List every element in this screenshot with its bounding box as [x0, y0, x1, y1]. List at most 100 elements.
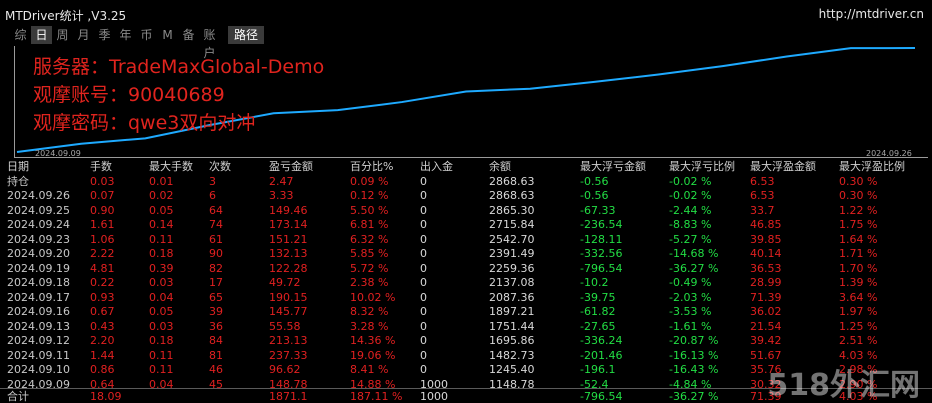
tab-0[interactable]: 综	[10, 26, 31, 44]
table-cell: 1.75 %	[839, 218, 878, 231]
header-cell[interactable]: 最大浮亏金额	[580, 160, 646, 175]
tab-9[interactable]: 账户	[199, 26, 220, 60]
table-cell: 2259.36	[489, 261, 535, 275]
table-row[interactable]: 2024.09.13 0.43 0.03 36 55.58 3.28 % 0 1751.44 -…	[0, 320, 932, 335]
table-row[interactable]: 2024.09.26 0.07 0.02 6 3.33 0.12 % 0 2868.63 -0.…	[0, 189, 932, 204]
table-cell: 0.05	[149, 203, 174, 217]
tab-5[interactable]: 年	[115, 26, 136, 44]
table-cell: 0	[420, 276, 427, 289]
table-cell: -332.56	[580, 247, 623, 260]
table-cell: -3.53 %	[669, 305, 712, 318]
table-cell: 0	[420, 247, 427, 260]
table-cell: -2.44 %	[669, 203, 712, 217]
table-cell: 0	[420, 174, 427, 188]
table-row[interactable]: 2024.09.20 2.22 0.18 90 132.13 5.85 % 0 2391.49…	[0, 247, 932, 262]
table-cell: 39.85	[750, 232, 782, 246]
table-cell: 2.47	[269, 174, 294, 188]
table-cell: 39.42	[750, 334, 782, 347]
header-cell[interactable]: 盈亏金额	[269, 160, 313, 175]
total-cell: 1871.1	[269, 390, 308, 403]
tab-1[interactable]: 日	[31, 26, 52, 44]
table-cell: 1482.73	[489, 348, 535, 362]
table-row[interactable]: 2024.09.19 4.81 0.39 82 122.28 5.72 % 0 2259.36…	[0, 262, 932, 277]
table-cell: -0.56	[580, 174, 609, 188]
table-cell: 19.06 %	[350, 348, 396, 362]
tab-2[interactable]: 周	[52, 26, 73, 44]
table-cell: 1897.21	[489, 305, 535, 318]
total-cell: 187.11 %	[350, 390, 403, 403]
header-cell[interactable]: 手数	[90, 160, 112, 175]
password-label: 观摩密码：qwe3双向对冲	[33, 112, 256, 134]
table-cell: -36.27 %	[669, 261, 719, 275]
table-cell: 2.51 %	[839, 334, 878, 347]
table-cell: 14.36 %	[350, 334, 396, 347]
table-row[interactable]: 2024.09.18 0.22 0.03 17 49.72 2.38 % 0 2137.08 -…	[0, 276, 932, 291]
header-cell[interactable]: 最大浮盈金额	[750, 160, 816, 175]
header-cell[interactable]: 最大浮盈比例	[839, 160, 905, 175]
tab-4[interactable]: 季	[94, 26, 115, 44]
table-cell: 64	[209, 203, 223, 217]
table-row[interactable]: 2024.09.16 0.67 0.05 39 145.77 8.32 % 0 1897.21…	[0, 305, 932, 320]
table-cell: -10.2	[580, 276, 609, 289]
table-cell: 6.53	[750, 174, 775, 188]
table-cell: -796.54	[580, 261, 623, 275]
table-cell: 1.70 %	[839, 261, 878, 275]
header-cell[interactable]: 最大浮亏比例	[669, 160, 735, 175]
tab-6[interactable]: 币	[136, 26, 157, 44]
table-cell: 0.07	[90, 189, 115, 202]
table-cell: 49.72	[269, 276, 301, 289]
table-cell: 2024.09.20	[7, 247, 70, 260]
table-cell: 61	[209, 232, 223, 246]
table-row[interactable]: 2024.09.25 0.90 0.05 64 149.46 5.50 % 0 2865.30…	[0, 204, 932, 219]
table-row[interactable]: 2024.09.17 0.93 0.04 65 190.15 10.02 % 0 2087.3…	[0, 291, 932, 306]
header-cell[interactable]: 最大手数	[149, 160, 193, 175]
table-cell: 132.13	[269, 247, 308, 260]
table-cell: 10.02 %	[350, 290, 396, 304]
table-cell: 2087.36	[489, 290, 535, 304]
table-cell: 2024.09.23	[7, 232, 70, 246]
tab-8[interactable]: 备	[178, 26, 199, 44]
table-cell: 6.53	[750, 189, 775, 202]
table-cell: 149.46	[269, 203, 308, 217]
table-cell: 21.54	[750, 319, 782, 333]
header-cell[interactable]: 次数	[209, 160, 231, 175]
table-cell: 0.90	[90, 203, 115, 217]
table-cell: 0	[420, 319, 427, 333]
table-cell: 0.09 %	[350, 174, 389, 188]
table-cell: 28.99	[750, 276, 782, 289]
tab-3[interactable]: 月	[73, 26, 94, 44]
table-cell: -61.82	[580, 305, 616, 318]
table-row[interactable]: 2024.09.24 1.61 0.14 74 173.14 6.81 % 0 2715.84…	[0, 218, 932, 233]
table-row[interactable]: 2024.09.12 2.20 0.18 84 213.13 14.36 % 0 1695.8…	[0, 334, 932, 349]
table-cell: 3.28 %	[350, 319, 389, 333]
table-cell: 0	[420, 189, 427, 202]
table-cell: 90	[209, 247, 223, 260]
tab-7[interactable]: M	[157, 26, 178, 44]
table-cell: 2715.84	[489, 218, 535, 231]
header-cell[interactable]: 余额	[489, 160, 511, 175]
table-row[interactable]: 持仓 0.03 0.01 3 2.47 0.09 % 0 2868.63 -0.56 -0.02 …	[0, 175, 932, 190]
table-cell: 2024.09.12	[7, 334, 70, 347]
table-cell: 2024.09.19	[7, 261, 70, 275]
table-row[interactable]: 2024.09.23 1.06 0.11 61 151.21 6.32 % 0 2542.70…	[0, 233, 932, 248]
header-cell[interactable]: 出入金	[420, 160, 453, 175]
table-cell: 1.06	[90, 232, 115, 246]
header-cell[interactable]: 日期	[7, 160, 29, 175]
chart-end-date: 2024.09.26	[866, 149, 912, 158]
header-cell[interactable]: 百分比%	[350, 160, 393, 175]
table-cell: -201.46	[580, 348, 623, 362]
table-cell: 2024.09.25	[7, 203, 70, 217]
website-link[interactable]: http://mtdriver.cn	[819, 7, 924, 21]
table-cell: 1.71 %	[839, 247, 878, 260]
table-cell: 2137.08	[489, 276, 535, 289]
table-cell: -196.1	[580, 363, 616, 376]
table-header: 日期 手数 最大手数 次数 盈亏金额 百分比% 出入金 余额 最大浮亏金额 最大浮亏比例 最大浮盈金…	[0, 160, 932, 175]
table-cell: 0.30 %	[839, 174, 878, 188]
table-cell: 2024.09.24	[7, 218, 70, 231]
total-cell: 1000	[420, 390, 448, 403]
route-button[interactable]: 路径	[228, 26, 264, 44]
chart-start-date: 2024.09.09	[35, 149, 81, 158]
table-cell: 173.14	[269, 218, 308, 231]
table-cell: 0.12 %	[350, 189, 389, 202]
equity-chart: 服务器：TradeMaxGlobal-Demo 观摩账号：90040689 观摩…	[14, 46, 928, 158]
